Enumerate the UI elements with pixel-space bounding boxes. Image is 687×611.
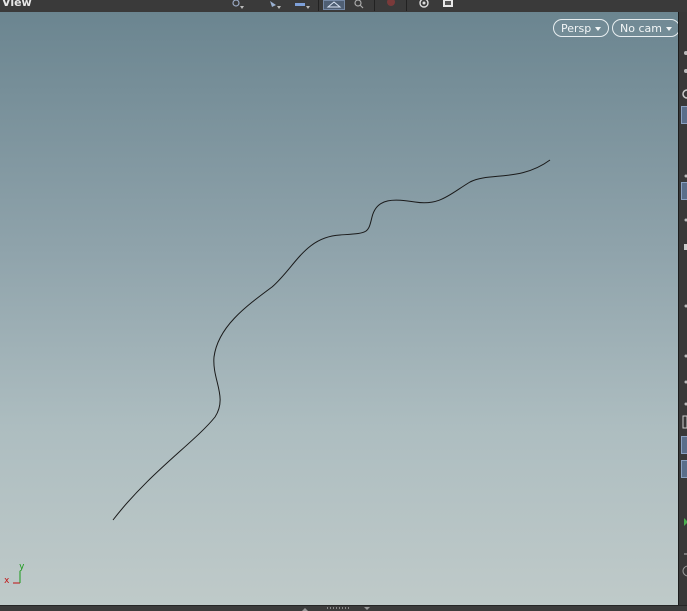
tool-toggle[interactable]: [681, 460, 687, 478]
tool-icon[interactable]: [681, 344, 687, 358]
camera-menu-button[interactable]: No cam: [612, 19, 678, 37]
select-tool-icon[interactable]: [228, 0, 246, 10]
snap-icon[interactable]: [382, 0, 400, 10]
visibility-icon[interactable]: [415, 0, 433, 10]
tool-icon[interactable]: [681, 414, 687, 429]
houdini-scene-view: View Persp No cam x y: [0, 0, 687, 611]
handle-tool-icon[interactable]: [293, 0, 313, 10]
axis-gizmo: x y: [2, 562, 32, 589]
tool-icon[interactable]: [681, 208, 687, 222]
zoom-icon[interactable]: [350, 0, 368, 10]
x-axis-label: x: [4, 576, 10, 586]
tool-icon[interactable]: [681, 164, 687, 178]
transform-tool-icon[interactable]: [266, 0, 284, 10]
wireframe-toggle-icon[interactable]: [323, 0, 345, 10]
tool-icon[interactable]: [681, 512, 687, 526]
3d-viewport[interactable]: Persp No cam x y: [0, 12, 678, 605]
tool-toggle[interactable]: [681, 106, 687, 124]
camera-icon[interactable]: [440, 0, 456, 10]
persp-menu-button[interactable]: Persp: [553, 19, 610, 37]
tool-icon[interactable]: [681, 60, 687, 73]
right-tool-strip: [678, 12, 687, 605]
tool-icon[interactable]: [681, 294, 687, 308]
camera-label: No cam: [620, 22, 662, 35]
viewer-bottom-bar: [0, 605, 687, 611]
resize-grip[interactable]: [327, 607, 349, 609]
chevron-down-icon: [665, 27, 672, 31]
tool-icon[interactable]: [681, 370, 687, 384]
tool-icon[interactable]: [681, 42, 687, 55]
chevron-down-icon[interactable]: [362, 606, 372, 611]
tool-icon[interactable]: [681, 392, 687, 406]
tool-icon[interactable]: [681, 84, 687, 99]
nurbs-curve: [112, 159, 551, 521]
pane-title: View: [2, 0, 32, 9]
chevron-down-icon: [595, 27, 602, 31]
tool-toggle[interactable]: [681, 436, 687, 454]
chevron-up-icon[interactable]: [300, 606, 310, 611]
y-axis-label: y: [19, 562, 25, 572]
tool-icon[interactable]: [681, 562, 687, 577]
tool-icon[interactable]: [681, 542, 687, 555]
tool-icon[interactable]: [681, 236, 687, 250]
tool-toggle[interactable]: [681, 182, 687, 200]
persp-label: Persp: [561, 22, 592, 35]
